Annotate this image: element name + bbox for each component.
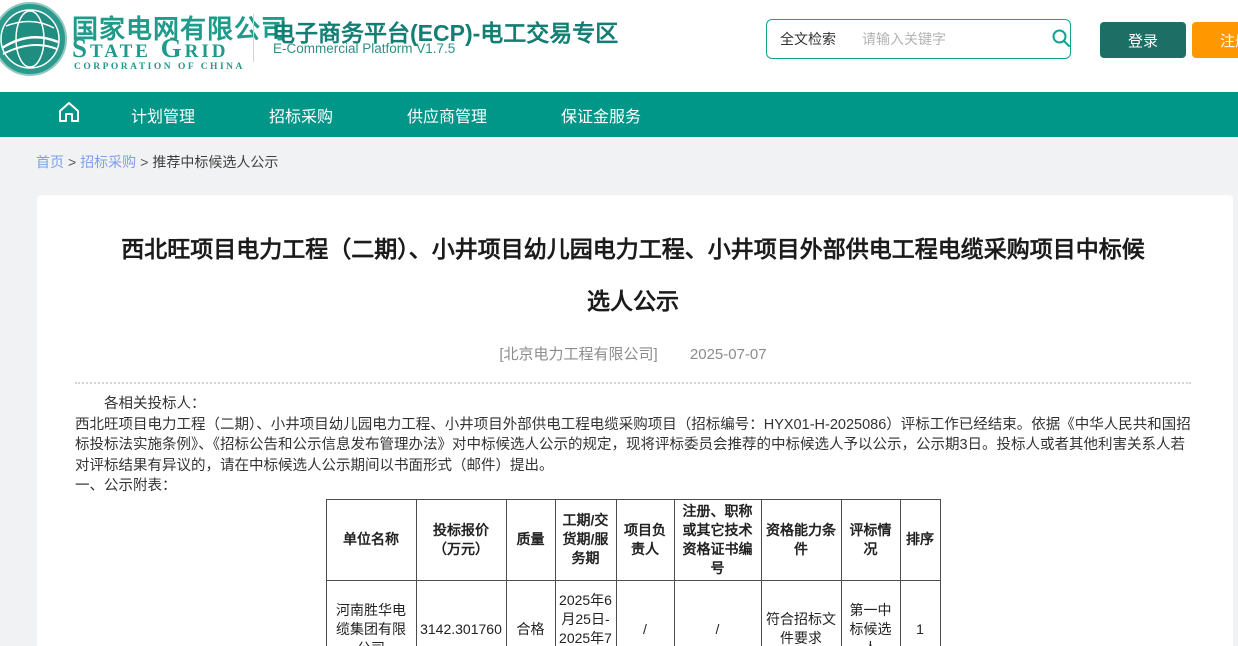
table-header-row: 单位名称 投标报价（万元） 质量 工期/交货期/服务期 项目负责人 注册、职称或… xyxy=(326,499,940,580)
cell-evaluation: 第一中标候选人 xyxy=(841,580,900,646)
nav-item-bidding-procurement[interactable]: 招标采购 xyxy=(269,103,333,127)
article-date: 2025-07-07 xyxy=(690,346,767,363)
article-title: 西北旺项目电力工程（二期）、小井项目幼儿园电力工程、小井项目外部供电工程电缆采购… xyxy=(75,223,1191,327)
col-header-certificate-no: 注册、职称或其它技术资格证书编号 xyxy=(674,499,761,580)
nav-home-button[interactable] xyxy=(55,101,83,129)
col-header-quality: 质量 xyxy=(506,499,555,580)
search-button[interactable] xyxy=(1051,20,1071,58)
col-header-qualification: 资格能力条件 xyxy=(761,499,841,580)
main-nav: 计划管理 招标采购 供应商管理 保证金服务 xyxy=(0,92,1238,137)
nav-item-supplier-management[interactable]: 供应商管理 xyxy=(407,103,487,127)
brand-name-en: State Grid xyxy=(72,33,229,63)
cell-qualification: 符合招标文件要求 xyxy=(761,580,841,646)
col-header-project-leader: 项目负责人 xyxy=(616,499,674,580)
cell-bid-price: 3142.301760 xyxy=(416,580,506,646)
login-button[interactable]: 登录 xyxy=(1100,22,1186,58)
salutation: 各相关投标人： xyxy=(75,394,1191,415)
col-header-evaluation: 评标情况 xyxy=(841,499,900,580)
breadcrumb-home[interactable]: 首页 xyxy=(36,152,64,172)
candidates-table: 单位名称 投标报价（万元） 质量 工期/交货期/服务期 项目负责人 注册、职称或… xyxy=(326,499,941,646)
dotted-separator xyxy=(75,382,1191,384)
breadcrumb-bidding[interactable]: 招标采购 xyxy=(80,152,136,172)
nav-item-deposit-service[interactable]: 保证金服务 xyxy=(561,103,641,127)
article-meta: [北京电力工程有限公司] 2025-07-07 xyxy=(75,343,1191,364)
section-label: 一、公示附表： xyxy=(75,476,1191,497)
platform-version: E-Commercial Platform V1.7.5 xyxy=(273,41,455,56)
col-header-bid-price: 投标报价（万元） xyxy=(416,499,506,580)
search-box: 全文检索 xyxy=(766,19,1071,59)
breadcrumb: 首页 > 招标采购 > 推荐中标候选人公示 xyxy=(36,152,1238,172)
cell-certificate-no: / xyxy=(674,580,761,646)
cell-project-leader: / xyxy=(616,580,674,646)
cell-rank: 1 xyxy=(900,580,940,646)
register-button[interactable]: 注册 xyxy=(1192,22,1238,58)
breadcrumb-separator: > xyxy=(140,154,148,170)
brand-subtitle: CORPORATION OF CHINA xyxy=(74,62,245,72)
article-source: [北京电力工程有限公司] xyxy=(499,346,657,363)
body-paragraph: 西北旺项目电力工程（二期）、小井项目幼儿园电力工程、小井项目外部供电工程电缆采购… xyxy=(75,415,1191,477)
search-scope-selector[interactable]: 全文检索 xyxy=(767,29,850,49)
table-row: 河南胜华电缆集团有限公司 3142.301760 合格 2025年6月25日-2… xyxy=(326,580,940,646)
header-divider xyxy=(253,14,254,62)
state-grid-logo-icon xyxy=(0,2,68,76)
search-input[interactable] xyxy=(850,31,1051,47)
cell-unit-name: 河南胜华电缆集团有限公司 xyxy=(326,580,416,646)
col-header-rank: 排序 xyxy=(900,499,940,580)
page-header: 国家电网有限公司 State Grid CORPORATION OF CHINA… xyxy=(0,0,1238,92)
content-panel: 西北旺项目电力工程（二期）、小井项目幼儿园电力工程、小井项目外部供电工程电缆采购… xyxy=(37,195,1233,646)
home-icon xyxy=(56,99,82,130)
article-body: 各相关投标人： 西北旺项目电力工程（二期）、小井项目幼儿园电力工程、小井项目外部… xyxy=(75,394,1191,497)
col-header-period: 工期/交货期/服务期 xyxy=(555,499,616,580)
cell-quality: 合格 xyxy=(506,580,555,646)
cell-period: 2025年6月25日-2025年7月10日 xyxy=(555,580,616,646)
breadcrumb-current: 推荐中标候选人公示 xyxy=(152,152,278,172)
search-icon xyxy=(1051,28,1071,51)
col-header-unit-name: 单位名称 xyxy=(326,499,416,580)
breadcrumb-separator: > xyxy=(68,154,76,170)
nav-item-plan-management[interactable]: 计划管理 xyxy=(131,103,195,127)
